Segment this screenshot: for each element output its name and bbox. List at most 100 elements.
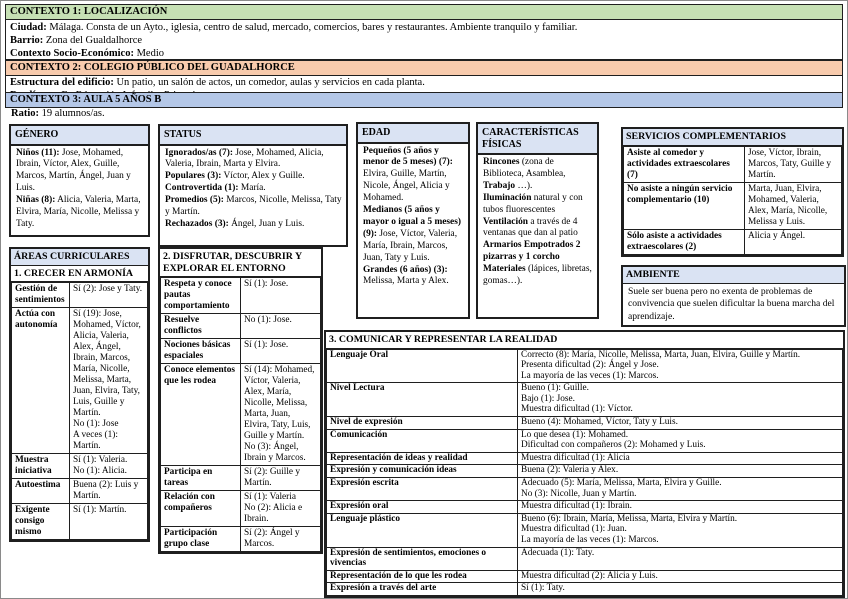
row-label: Expresión de sentimientos, emociones o v… bbox=[327, 547, 518, 570]
table-row: Relación con compañeros Sí (1): Valeria … bbox=[161, 491, 321, 527]
comunicar-table: 3. COMUNICAR Y REPRESENTAR LA REALIDAD L… bbox=[324, 330, 845, 598]
field-label: Grandes (6 años) (3): bbox=[363, 265, 448, 275]
row-value: Sí (14): Mohamed, Víctor, Valeria, Alex,… bbox=[241, 364, 321, 466]
row-value: Adecuada (1): Taty. bbox=[518, 547, 843, 570]
field-label: Contexto Socio-Económico: bbox=[10, 48, 134, 59]
ratio-line: Ratio: 19 alumnos/as. bbox=[5, 107, 111, 120]
field-value: Ángel, Juan y Luis. bbox=[231, 219, 304, 229]
row-label: Conoce elementos que les rodea bbox=[161, 364, 241, 466]
field-label: Rincones bbox=[483, 157, 519, 167]
genero-box-body: Niños (11): Jose, Mohamed, Ibrain, Vícto… bbox=[11, 146, 148, 233]
contexto1-body: Ciudad: Málaga. Consta de un Ayto., igle… bbox=[5, 19, 843, 60]
row-value: Sí (1): Taty. bbox=[518, 583, 843, 596]
info-line: Armarios Empotrados 2 pizarras y 1 corch… bbox=[483, 240, 593, 264]
table-row: Resuelve conflictos No (1): Jose. bbox=[161, 314, 321, 339]
field-label: Ratio: bbox=[11, 108, 39, 119]
field-label: Populares (3): bbox=[165, 171, 221, 181]
field-value: Melissa, Marta y Alex. bbox=[363, 276, 449, 286]
table-row: Expresión y comunicación ideas Buena (2)… bbox=[327, 465, 843, 478]
contexto3-header: CONTEXTO 3: AULA 5 AÑOS B bbox=[5, 92, 843, 108]
field-value: Málaga. Consta de un Ayto., iglesia, cen… bbox=[49, 22, 577, 33]
areas-subtitle: 1. CRECER EN ARMONÍA bbox=[11, 266, 148, 283]
field-value: 19 alumnos/as. bbox=[42, 108, 105, 119]
caracteristicas-box: CARACTERÍSTICAS FÍSICAS Rincones (zona d… bbox=[476, 122, 599, 319]
row-label: Nivel de expresión bbox=[327, 417, 518, 430]
info-line: Ciudad: Málaga. Consta de un Ayto., igle… bbox=[10, 21, 838, 34]
row-label: Nociones básicas espaciales bbox=[161, 339, 241, 364]
row-label: Expresión oral bbox=[327, 501, 518, 514]
row-label: Exigente consigo mismo bbox=[12, 504, 70, 540]
info-line: Promedios (5): Marcos, Nicolle, Melissa,… bbox=[165, 195, 342, 219]
row-value: Sí (1): Valeria. No (1): Alicia. bbox=[70, 454, 148, 479]
edad-box-title: EDAD bbox=[358, 124, 468, 144]
field-value: Elvira, Guille, Martín, Nicole, Ángel, A… bbox=[363, 169, 450, 203]
info-line: Controvertida (1): María. bbox=[165, 183, 342, 195]
row-value: Alicia y Ángel. bbox=[745, 229, 842, 254]
row-value: Jose, Víctor, Ibrain, Marcos, Taty, Guil… bbox=[745, 146, 842, 182]
table-row: Respeta y conoce pautas comportamiento S… bbox=[161, 278, 321, 314]
table-row: Autoestima Buena (2): Luis y Martín. bbox=[12, 479, 148, 504]
row-label: Participación grupo clase bbox=[161, 527, 241, 552]
field-label: Promedios (5): bbox=[165, 195, 224, 205]
row-label: Participa en tareas bbox=[161, 466, 241, 491]
caracteristicas-box-title: CARACTERÍSTICAS FÍSICAS bbox=[478, 124, 597, 155]
row-label: Muestra iniciativa bbox=[12, 454, 70, 479]
field-value: Víctor, Alex y Guille. bbox=[224, 171, 305, 181]
row-value: Muestra dificultad (1): Alicia bbox=[518, 452, 843, 465]
row-label: Autoestima bbox=[12, 479, 70, 504]
ambiente-box: AMBIENTE Suele ser buena pero no exenta … bbox=[621, 265, 846, 327]
field-label: Controvertida (1): bbox=[165, 183, 239, 193]
areas-title: ÁREAS CURRICULARES bbox=[11, 249, 148, 266]
field-label: Rechazados (3): bbox=[165, 219, 229, 229]
row-value: No (1): Jose. bbox=[241, 314, 321, 339]
table-row: Nivel de expresión Bueno (4): Mohamed, V… bbox=[327, 417, 843, 430]
genero-box-title: GÉNERO bbox=[11, 126, 148, 146]
table-row: Conoce elementos que les rodea Sí (14): … bbox=[161, 364, 321, 466]
row-value: Sí (2): Ángel y Marcos. bbox=[241, 527, 321, 552]
info-line: Ignorados/as (7): Jose, Mohamed, Alicia,… bbox=[165, 148, 342, 172]
row-label: Respeta y conoce pautas comportamiento bbox=[161, 278, 241, 314]
row-label: Gestión de sentimientos bbox=[12, 283, 70, 308]
info-line: Iluminación natural y con tubos fluoresc… bbox=[483, 193, 593, 217]
field-label: Ventilación bbox=[483, 217, 528, 227]
field-label: Armarios Empotrados 2 pizarras y 1 corch… bbox=[483, 240, 580, 262]
entorno-title: 2. DISFRUTAR, DESCUBRIR Y EXPLORAR EL EN… bbox=[160, 249, 321, 277]
info-line: Niñas (8): Alicia, Valeria, Marta, Elvir… bbox=[16, 195, 144, 231]
servicios-title: SERVICIOS COMPLEMENTARIOS bbox=[623, 129, 842, 146]
row-value: Sí (19): Jose, Mohamed, Víctor, Alicia, … bbox=[70, 308, 148, 454]
table-row: Muestra iniciativa Sí (1): Valeria. No (… bbox=[12, 454, 148, 479]
row-value: Sí (2): Jose y Taty. bbox=[70, 283, 148, 308]
caracteristicas-box-body: Rincones (zona de Biblioteca, Asamblea, … bbox=[478, 155, 597, 290]
info-line: Contexto Socio-Económico: Medio bbox=[10, 47, 838, 60]
info-line: Trabajo …). bbox=[483, 181, 593, 193]
row-value: Sí (1): Jose. bbox=[241, 339, 321, 364]
row-label: Representación de ideas y realidad bbox=[327, 452, 518, 465]
table-row: Expresión escrita Adecuado (5): María, M… bbox=[327, 478, 843, 501]
info-line: Medianos (5 años y mayor o igual a 5 mes… bbox=[363, 205, 464, 265]
row-label: No asiste a ningún servicio complementar… bbox=[624, 182, 745, 229]
field-value: María. bbox=[241, 183, 266, 193]
row-value: Bueno (6): Ibrain, María, Melissa, Marta… bbox=[518, 513, 843, 547]
row-label: Asiste al comedor y actividades extraesc… bbox=[624, 146, 745, 182]
row-value: Lo que desea (1): Mohamed. Dificultad co… bbox=[518, 429, 843, 452]
row-value: Adecuado (5): María, Melissa, Marta, Elv… bbox=[518, 478, 843, 501]
table-row: Participación grupo clase Sí (2): Ángel … bbox=[161, 527, 321, 552]
row-label: Nivel Lectura bbox=[327, 383, 518, 417]
status-box-body: Ignorados/as (7): Jose, Mohamed, Alicia,… bbox=[160, 146, 346, 233]
row-label: Relación con compañeros bbox=[161, 491, 241, 527]
info-line: Estructura del edificio: Un patio, un sa… bbox=[10, 77, 838, 90]
field-label: Trabajo bbox=[483, 181, 515, 191]
row-value: Buena (2): Valeria y Alex. bbox=[518, 465, 843, 478]
table-row: Expresión de sentimientos, emociones o v… bbox=[327, 547, 843, 570]
genero-box: GÉNERO Niños (11): Jose, Mohamed, Ibrain… bbox=[9, 124, 150, 237]
ambiente-body: Suele ser buena pero no exenta de proble… bbox=[623, 284, 844, 326]
row-value: Sí (1): Martín. bbox=[70, 504, 148, 540]
row-label: Expresión y comunicación ideas bbox=[327, 465, 518, 478]
info-line: Ventilación a través de 4 ventanas que d… bbox=[483, 217, 593, 241]
field-label: Barrio: bbox=[10, 35, 43, 46]
table-row: Lenguaje Oral Correcto (8): María, Nicol… bbox=[327, 349, 843, 383]
row-label: Comunicación bbox=[327, 429, 518, 452]
row-value: Muestra dificultad (1): Ibrain. bbox=[518, 501, 843, 514]
field-label: Niños (11): bbox=[16, 148, 60, 158]
table-row: Sólo asiste a actividades extraescolares… bbox=[624, 229, 842, 254]
